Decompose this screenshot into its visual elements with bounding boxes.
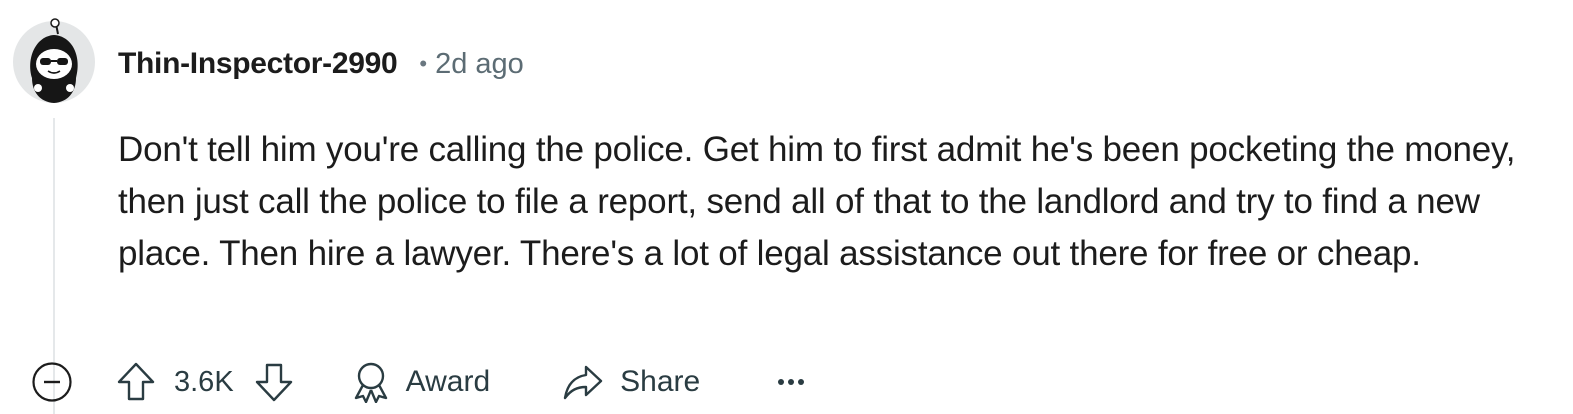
- downvote-button[interactable]: [254, 361, 294, 403]
- share-arrow-icon: [563, 365, 603, 400]
- comment-meta: Thin-Inspector-2990 • 2d ago: [118, 44, 524, 84]
- share-label: Share: [620, 365, 701, 398]
- upvote-button[interactable]: [116, 361, 156, 403]
- minus-circle-icon: [32, 362, 72, 402]
- award-ribbon-icon: [354, 362, 387, 403]
- snoo-avatar-icon: [13, 18, 95, 103]
- comment-body: Don't tell him you're calling the police…: [118, 130, 1516, 273]
- award-label: Award: [405, 365, 491, 398]
- ellipsis-icon: [778, 379, 805, 385]
- collapse-thread-button[interactable]: [30, 360, 74, 404]
- meta-separator: •: [419, 51, 428, 76]
- comment-timestamp[interactable]: 2d ago: [435, 48, 524, 81]
- comment-action-bar: 3.6K Award Share: [30, 356, 806, 408]
- share-button[interactable]: Share: [562, 362, 700, 402]
- arrow-up-icon: [117, 362, 155, 401]
- author-username[interactable]: Thin-Inspector-2990: [118, 47, 398, 81]
- vote-score: 3.6K: [174, 365, 234, 398]
- more-options-button[interactable]: [776, 377, 806, 387]
- vote-group: 3.6K: [116, 361, 294, 403]
- arrow-down-icon: [255, 363, 292, 402]
- award-button[interactable]: Award: [352, 361, 491, 403]
- user-avatar[interactable]: [12, 18, 96, 104]
